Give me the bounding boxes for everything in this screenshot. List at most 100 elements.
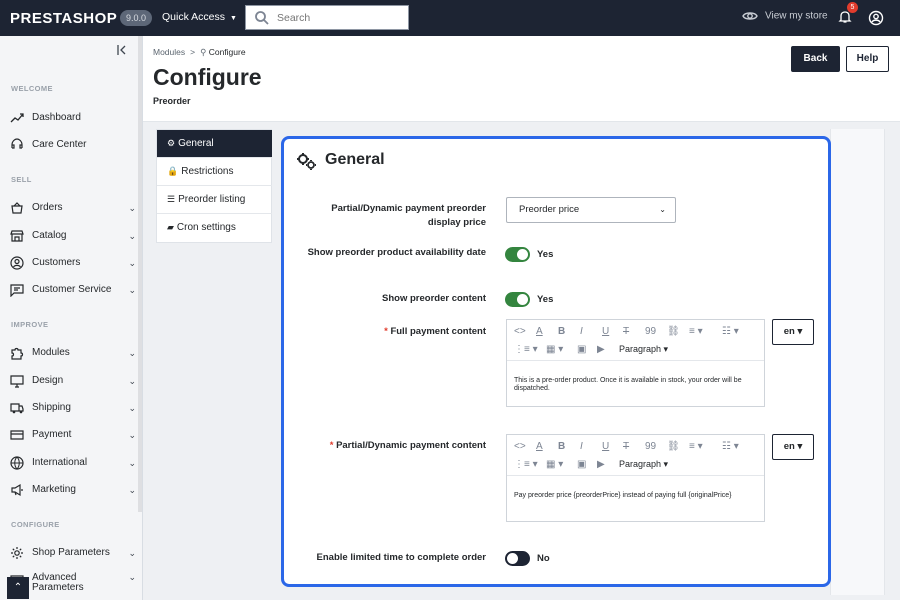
full-payment-label: * Full payment content (296, 325, 486, 339)
bullet-list-icon[interactable]: ☷ ▾ (722, 441, 739, 452)
italic-icon[interactable]: I (580, 441, 583, 452)
page-subtitle: Preorder (153, 96, 191, 106)
cogs-icon: ⚙ (167, 138, 176, 148)
general-settings-panel: General Partial/Dynamic payment preorder… (281, 136, 831, 587)
media-icon[interactable]: ▶ (597, 344, 605, 355)
list-icon: ☰ (167, 194, 176, 204)
chevron-down-icon: ⌄ (128, 430, 136, 440)
strikethrough-icon[interactable]: T (623, 441, 629, 452)
breadcrumb-current: Configure (208, 47, 246, 57)
numbered-list-icon[interactable]: ⋮≡ ▾ (514, 459, 538, 470)
media-icon[interactable]: ▶ (597, 459, 605, 470)
collapse-sidebar-icon[interactable] (116, 44, 128, 56)
quote-icon[interactable]: 99 (645, 326, 656, 337)
search-box[interactable] (245, 5, 409, 30)
top-navigation-bar: PRESTASHOP 9.0.0 Quick Access ▼ View my s… (0, 0, 900, 36)
strikethrough-icon[interactable]: T (623, 326, 629, 337)
text-color-icon[interactable]: A (536, 326, 543, 337)
account-circle-icon (10, 256, 24, 270)
quote-icon[interactable]: 99 (645, 441, 656, 452)
show-content-toggle[interactable] (505, 292, 530, 307)
table-icon[interactable]: ▦ ▾ (546, 459, 563, 470)
text-color-icon[interactable]: A (536, 441, 543, 452)
sidebar-item-payment[interactable]: Payment ⌄ (10, 425, 136, 445)
view-store-link[interactable]: View my store (742, 10, 828, 22)
chevron-down-icon: ⌄ (128, 203, 136, 213)
show-content-value: Yes (537, 294, 554, 305)
sidebar-label-marketing: Marketing (32, 484, 76, 495)
tab-general[interactable]: ⚙ General (157, 130, 272, 158)
sidebar-label-shipping: Shipping (32, 402, 71, 413)
chevron-down-icon: ⌄ (128, 376, 136, 386)
display-price-select[interactable]: Preorder price ⌄ (506, 197, 676, 223)
sidebar-item-care-center[interactable]: Care Center (10, 135, 136, 155)
sidebar-item-shipping[interactable]: Shipping ⌄ (10, 398, 136, 418)
table-icon[interactable]: ▦ ▾ (546, 344, 563, 355)
sidebar-item-international[interactable]: International ⌄ (10, 453, 136, 473)
image-icon[interactable]: ▣ (577, 459, 586, 470)
limited-time-toggle[interactable] (505, 551, 530, 566)
partial-payment-content-text[interactable]: Pay preorder price {preorderPrice} inste… (514, 492, 759, 500)
availability-date-toggle[interactable] (505, 247, 530, 262)
limited-time-value: No (537, 553, 550, 564)
page-title: Configure (153, 64, 262, 90)
sidebar-item-shop-parameters[interactable]: Shop Parameters ⌄ (10, 543, 136, 563)
panel-title: General (325, 151, 385, 168)
sidebar-heading-configure: CONFIGURE (11, 520, 60, 529)
sidebar-item-dashboard[interactable]: Dashboard (10, 108, 136, 128)
caret-down-icon: ▾ (797, 441, 803, 452)
toggle-knob (507, 553, 518, 564)
breadcrumb-separator: > (190, 47, 196, 57)
configuration-tabs: ⚙ General 🔒 Restrictions ☰ Preorder listing… (156, 129, 272, 243)
tab-preorder-listing[interactable]: ☰ Preorder listing (157, 186, 272, 214)
sidebar-item-marketing[interactable]: Marketing ⌄ (10, 480, 136, 500)
bold-icon[interactable]: B (558, 326, 565, 337)
align-icon[interactable]: ≡ ▾ (689, 441, 703, 452)
full-payment-label-text: Full payment content (390, 326, 486, 337)
partial-payment-language-selector[interactable]: en ▾ (772, 434, 814, 460)
sidebar-label-customer-service: Customer Service (32, 284, 112, 295)
underline-icon[interactable]: U (602, 326, 609, 337)
image-icon[interactable]: ▣ (577, 344, 586, 355)
underline-icon[interactable]: U (602, 441, 609, 452)
sidebar-scrollbar[interactable] (138, 36, 142, 512)
sidebar-item-customer-service[interactable]: Customer Service ⌄ (10, 280, 136, 300)
quick-access-menu[interactable]: Quick Access ▼ (162, 11, 237, 23)
sidebar-item-orders[interactable]: Orders ⌄ (10, 198, 136, 218)
caret-down-icon: ▼ (230, 15, 237, 22)
language-label: en (783, 441, 795, 452)
eye-icon (742, 12, 758, 20)
tab-restrictions[interactable]: 🔒 Restrictions (157, 158, 272, 186)
search-input[interactable] (277, 6, 407, 29)
sidebar-item-design[interactable]: Design ⌄ (10, 371, 136, 391)
link-icon[interactable]: ⛓ (667, 441, 680, 452)
link-icon[interactable]: ⛓ (667, 326, 680, 337)
full-payment-editor[interactable]: <> A B I U T 99 ⛓ ≡ ▾ ☷ ▾ ⋮≡ ▾ ▦ ▾ ▣ ▶ Paragraph ▾ Th… (506, 319, 765, 407)
full-payment-content-text[interactable]: This is a pre-order product. Once it is … (514, 377, 759, 393)
numbered-list-icon[interactable]: ⋮≡ ▾ (514, 344, 538, 355)
view-store-label: View my store (765, 10, 828, 22)
sidebar-item-catalog[interactable]: Catalog ⌄ (10, 226, 136, 246)
scroll-to-top-button[interactable]: ⌃ (7, 577, 29, 599)
tab-cron-settings[interactable]: ▰ Cron settings (157, 214, 272, 242)
bullet-list-icon[interactable]: ☷ ▾ (722, 326, 739, 337)
sidebar-item-customers[interactable]: Customers ⌄ (10, 253, 136, 273)
full-payment-language-selector[interactable]: en ▾ (772, 319, 814, 345)
bold-icon[interactable]: B (558, 441, 565, 452)
paragraph-select[interactable]: Paragraph ▾ (619, 459, 668, 470)
align-icon[interactable]: ≡ ▾ (689, 326, 703, 337)
partial-payment-editor[interactable]: <> A B I U T 99 ⛓ ≡ ▾ ☷ ▾ ⋮≡ ▾ ▦ ▾ ▣ ▶ Paragraph ▾ Pa… (506, 434, 765, 522)
paragraph-select[interactable]: Paragraph ▾ (619, 344, 668, 355)
editor-toolbar: <> A B I U T 99 ⛓ ≡ ▾ ☷ ▾ ⋮≡ ▾ ▦ ▾ ▣ ▶ Paragraph ▾ (507, 320, 764, 361)
code-icon[interactable]: <> (514, 326, 526, 337)
availability-date-value: Yes (537, 249, 554, 260)
prestashop-logo[interactable]: PRESTASHOP (10, 10, 117, 27)
help-button[interactable]: Help (846, 46, 889, 72)
code-icon[interactable]: <> (514, 441, 526, 452)
breadcrumb-modules[interactable]: Modules (153, 47, 185, 57)
back-button[interactable]: Back (791, 46, 840, 72)
sidebar-item-modules[interactable]: Modules ⌄ (10, 343, 136, 363)
user-account-icon[interactable] (868, 10, 884, 26)
chevron-down-icon: ⌄ (128, 348, 136, 358)
italic-icon[interactable]: I (580, 326, 583, 337)
